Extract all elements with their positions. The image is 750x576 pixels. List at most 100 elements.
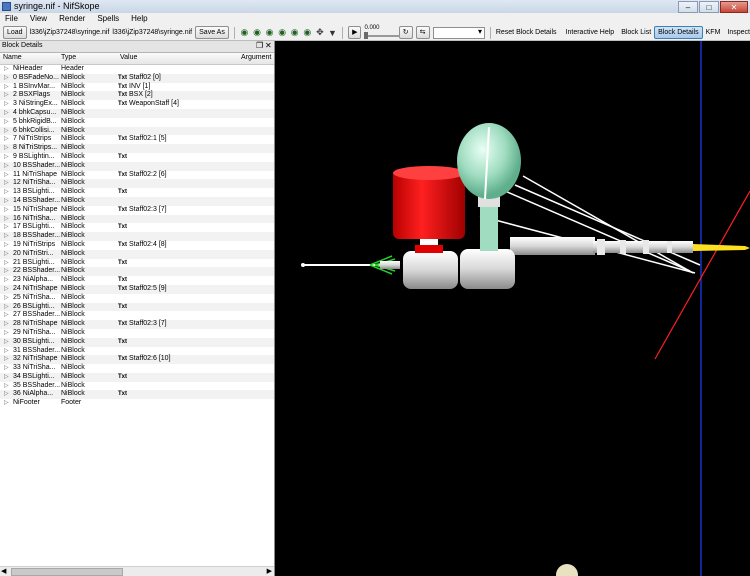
expand-arrow-icon[interactable]: ▷ xyxy=(4,294,9,303)
block-details-button[interactable]: Block Details xyxy=(654,26,703,39)
tree-row[interactable]: ▷ 30 BSLighti... NiBlock Txt xyxy=(0,337,274,347)
expand-arrow-icon[interactable]: ▷ xyxy=(4,197,9,206)
view-user-icon[interactable]: ◉ xyxy=(290,27,300,38)
expand-arrow-icon[interactable]: ▷ xyxy=(4,215,9,224)
tree-row[interactable]: ▷ 33 NiTriSha... NiBlock xyxy=(0,364,274,373)
play-button[interactable]: ▶ xyxy=(348,26,362,39)
expand-arrow-icon[interactable]: ▷ xyxy=(4,109,9,118)
view-front-icon[interactable]: ◉ xyxy=(265,27,275,38)
expand-arrow-icon[interactable]: ▷ xyxy=(4,311,9,320)
minimize-button[interactable]: – xyxy=(678,1,698,13)
tree-row[interactable]: ▷ 23 NiAlpha... NiBlock Txt xyxy=(0,276,274,285)
close-button[interactable]: ✕ xyxy=(720,1,748,13)
menu-help[interactable]: Help xyxy=(131,13,147,25)
view-top-icon[interactable]: ◉ xyxy=(252,27,262,38)
expand-arrow-icon[interactable]: ▷ xyxy=(4,153,9,162)
expand-arrow-icon[interactable]: ▷ xyxy=(4,320,9,329)
expand-arrow-icon[interactable]: ▷ xyxy=(4,127,9,136)
expand-arrow-icon[interactable]: ▷ xyxy=(4,223,9,232)
expand-arrow-icon[interactable]: ▷ xyxy=(4,303,9,312)
expand-arrow-icon[interactable]: ▷ xyxy=(4,364,9,373)
time-knob[interactable] xyxy=(364,31,369,39)
expand-arrow-icon[interactable]: ▷ xyxy=(4,250,9,259)
interactive-help-button[interactable]: Interactive Help xyxy=(566,29,615,36)
expand-arrow-icon[interactable]: ▷ xyxy=(4,83,9,92)
expand-arrow-icon[interactable]: ▷ xyxy=(4,118,9,127)
tree-row[interactable]: ▷ 29 NiTriSha... NiBlock xyxy=(0,329,274,338)
tree-row[interactable]: ▷ 11 NiTriShape NiBlock Txt Staff02:2 [6] xyxy=(0,171,274,180)
tree-row[interactable]: ▷ 12 NiTriSha... NiBlock xyxy=(0,179,274,189)
tree-row[interactable]: ▷ 28 NiTriShape NiBlock Txt Staff02:3 [7] xyxy=(0,320,274,329)
load-path-field[interactable]: l336\jZip37248\syringe.nif xyxy=(30,29,110,36)
close-panel-icon[interactable]: ✕ xyxy=(265,41,272,50)
expand-arrow-icon[interactable]: ▷ xyxy=(4,91,9,100)
expand-arrow-icon[interactable]: ▷ xyxy=(4,329,9,338)
expand-arrow-icon[interactable]: ▷ xyxy=(4,135,9,144)
expand-arrow-icon[interactable]: ▷ xyxy=(4,100,9,109)
expand-arrow-icon[interactable]: ▷ xyxy=(4,188,9,197)
expand-arrow-icon[interactable]: ▷ xyxy=(4,144,9,153)
column-type[interactable]: Type xyxy=(61,54,76,61)
view-walk-icon[interactable]: ◉ xyxy=(240,27,250,38)
time-slider[interactable]: 0.000 xyxy=(364,25,401,39)
load-button[interactable]: Load xyxy=(3,26,27,39)
kfm-button[interactable]: KFM xyxy=(706,29,721,36)
save-path-field[interactable]: l336\jZip37248\syringe.nif xyxy=(112,29,192,36)
menu-spells[interactable]: Spells xyxy=(97,13,119,25)
tree-row[interactable]: ▷ 15 NiTriShape NiBlock Txt Staff02:3 [7] xyxy=(0,206,274,215)
tree-row[interactable]: ▷ 2 BSXFlags NiBlock Txt BSX [2] xyxy=(0,91,274,101)
tree-row[interactable]: ▷ 9 BSLightin... NiBlock Txt xyxy=(0,153,274,162)
tree-row[interactable]: ▷ 3 NiStringEx... NiBlock Txt WeaponStaff [4… xyxy=(0,100,274,109)
tree-row[interactable]: ▷ 22 BSShader... NiBlock xyxy=(0,267,274,277)
tree-row[interactable]: ▷ 17 BSLighti... NiBlock Txt xyxy=(0,223,274,232)
tree-row[interactable]: ▷ 6 bhkCollisi... NiBlock xyxy=(0,126,274,136)
expand-arrow-icon[interactable]: ▷ xyxy=(4,373,9,382)
view-flip-icon[interactable]: ◉ xyxy=(303,27,313,38)
tree-row[interactable]: ▷ 13 BSLighti... NiBlock Txt xyxy=(0,188,274,197)
expand-arrow-icon[interactable]: ▷ xyxy=(4,65,9,74)
tree-row[interactable]: ▷ 7 NiTriStrips NiBlock Txt Staff02:1 [5] xyxy=(0,135,274,144)
block-list-button[interactable]: Block List xyxy=(621,29,651,36)
animation-select[interactable] xyxy=(432,26,485,39)
expand-arrow-icon[interactable]: ▷ xyxy=(4,206,9,215)
reset-block-details-button[interactable]: Reset Block Details xyxy=(496,29,557,36)
float-panel-icon[interactable]: ❐ xyxy=(256,41,263,50)
expand-arrow-icon[interactable]: ▷ xyxy=(4,276,9,285)
expand-arrow-icon[interactable]: ▷ xyxy=(4,355,9,364)
expand-arrow-icon[interactable]: ▷ xyxy=(4,232,9,241)
tree-row[interactable]: ▷ 25 NiTriSha... NiBlock xyxy=(0,294,274,303)
save-as-button[interactable]: Save As xyxy=(195,26,229,39)
tree-row[interactable]: ▷ 31 BSShader... NiBlock xyxy=(0,347,274,356)
tree-row[interactable]: ▷ 24 NiTriShape NiBlock Txt Staff02:5 [9] xyxy=(0,284,274,294)
tree-row[interactable]: ▷ 4 bhkCapsu... NiBlock xyxy=(0,108,274,118)
expand-arrow-icon[interactable]: ▷ xyxy=(4,390,9,399)
tree-row[interactable]: ▷ 5 bhkRigidB... NiBlock xyxy=(0,118,274,127)
expand-arrow-icon[interactable]: ▷ xyxy=(4,382,9,391)
menu-render[interactable]: Render xyxy=(59,13,85,25)
expand-arrow-icon[interactable]: ▷ xyxy=(4,241,9,250)
inspect-button[interactable]: Inspect xyxy=(727,29,750,36)
scrollbar-thumb[interactable] xyxy=(11,568,123,576)
tree-row[interactable]: ▷ 27 BSShader... NiBlock xyxy=(0,311,274,320)
expand-arrow-icon[interactable]: ▷ xyxy=(4,259,9,268)
switch-button[interactable]: ⇆ xyxy=(415,26,430,39)
expand-arrow-icon[interactable]: ▷ xyxy=(4,162,9,171)
expand-arrow-icon[interactable]: ▷ xyxy=(4,347,9,356)
tree-row[interactable]: ▷ 0 BSFadeNo... NiBlock Txt Staff02 [0] xyxy=(0,73,274,83)
expand-arrow-icon[interactable]: ▷ xyxy=(4,267,9,276)
tree-row[interactable]: ▷ 35 BSShader... NiBlock xyxy=(0,382,274,391)
tree-row[interactable]: ▷ 8 NiTriStrips... NiBlock xyxy=(0,144,274,153)
expand-arrow-icon[interactable]: ▷ xyxy=(4,74,9,83)
tree-row[interactable]: ▷ 36 NiAlpha... NiBlock Txt xyxy=(0,390,274,400)
tree-row[interactable]: ▷ NiFooter Footer xyxy=(0,399,274,408)
loop-button[interactable]: ↻ xyxy=(398,26,413,39)
tree-row[interactable]: ▷ 26 BSLighti... NiBlock Txt xyxy=(0,302,274,312)
column-name[interactable]: Name xyxy=(3,54,22,61)
expand-arrow-icon[interactable]: ▷ xyxy=(4,171,9,180)
tree-row[interactable]: ▷ 16 NiTriSha... NiBlock xyxy=(0,214,274,224)
tree-row[interactable]: ▷ 14 BSShader... NiBlock xyxy=(0,196,274,206)
expand-arrow-icon[interactable]: ▷ xyxy=(4,399,9,408)
tree-row[interactable]: ▷ 32 NiTriShape NiBlock Txt Staff02:6 [10] xyxy=(0,355,274,365)
expand-arrow-icon[interactable]: ▷ xyxy=(4,285,9,294)
menu-view[interactable]: View xyxy=(30,13,47,25)
